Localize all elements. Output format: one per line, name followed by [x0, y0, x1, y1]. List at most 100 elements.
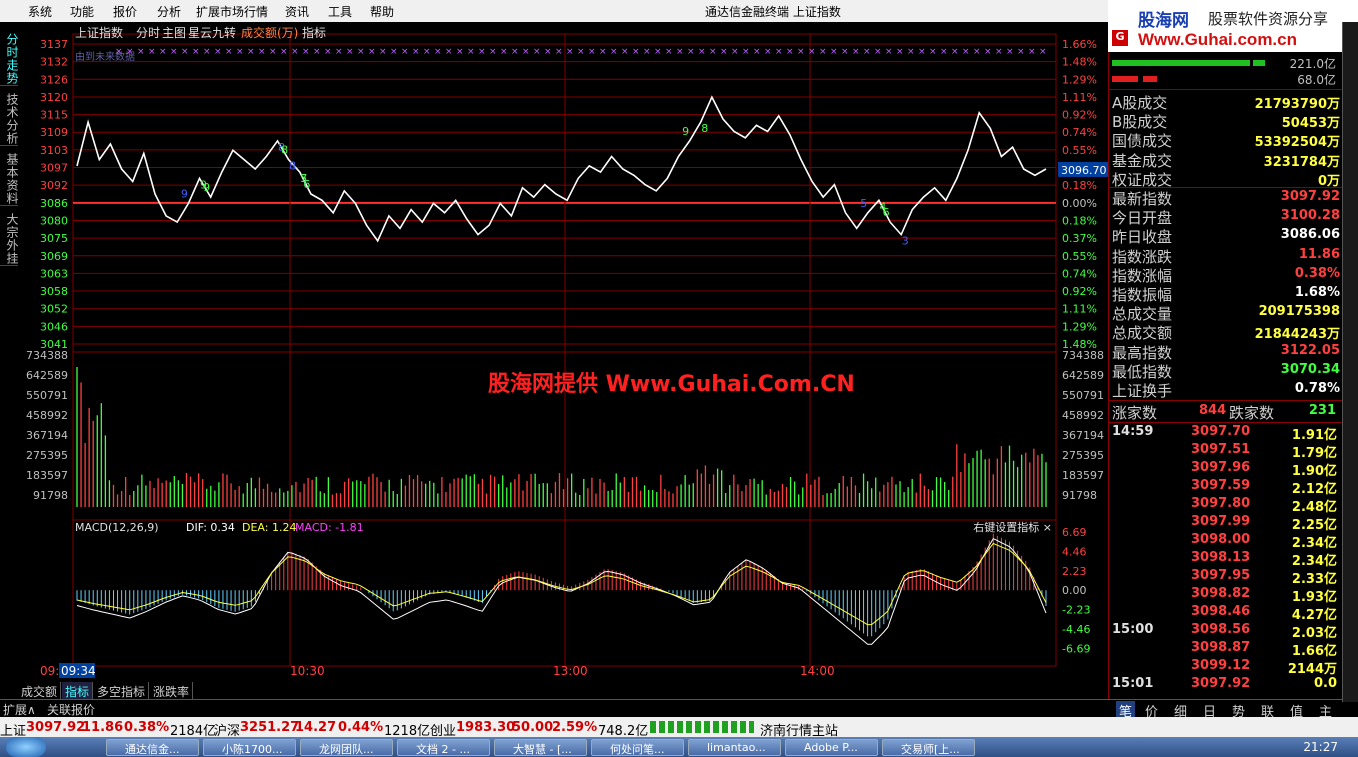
- status-bar: 上证 3097.92 11.86 0.38% 2184亿 沪深 3251.27 14.27 0.…: [0, 717, 1358, 739]
- macd-tick: 4.46: [1062, 545, 1087, 558]
- sidebar-row-label: 最新指数: [1112, 190, 1173, 208]
- indicator-tab-1[interactable]: 指标: [62, 682, 94, 699]
- signal-bars-icon: [650, 721, 754, 733]
- future-marker: ×: [214, 47, 222, 57]
- future-marker: ×: [786, 47, 794, 57]
- status-cy-chg: 50.00: [512, 720, 554, 735]
- sidebar-row-value: 53392504万: [1254, 135, 1340, 151]
- ind-legend: 指标: [302, 25, 326, 40]
- tick-row: 3097.96 1.90亿: [1109, 460, 1343, 479]
- sidebar-divider: [1109, 89, 1343, 90]
- indicator-tab-2[interactable]: 多空指标: [94, 682, 150, 699]
- taskbar-item-3[interactable]: 文档 2 - ...: [397, 739, 490, 756]
- tick-price: 3098.82: [1191, 586, 1251, 602]
- sidebar-row-value: 3086.06: [1280, 227, 1340, 243]
- window-title: 通达信金融终端 上证指数: [705, 5, 841, 19]
- vol-legend: 成交额(万): [241, 25, 298, 40]
- tick-price: 3098.46: [1191, 604, 1251, 620]
- future-marker: ×: [984, 47, 992, 57]
- taskbar-item-2[interactable]: 龙网团队...: [300, 739, 393, 756]
- future-marker: ×: [929, 47, 937, 57]
- menu-item-3[interactable]: 分析: [157, 3, 181, 20]
- taskbar-item-0[interactable]: 通达信金...: [106, 739, 199, 756]
- price-tick: 3075: [40, 232, 68, 245]
- menu-item-5[interactable]: 资讯: [285, 3, 309, 20]
- taskbar-item-1[interactable]: 小陈1700...: [203, 739, 296, 756]
- taskbar-item-7[interactable]: Adobe P...: [785, 739, 878, 756]
- future-marker: ×: [401, 47, 409, 57]
- tick-amount: 2.12亿: [1291, 482, 1337, 498]
- chart-title: 上证指数: [75, 25, 123, 40]
- intraday-chart[interactable]: 3137 1.66% 3132 1.48% 3126 1.29% 3120 1.11% 3115…: [18, 22, 1108, 682]
- macd-tick: 2.23: [1062, 565, 1087, 578]
- price-tick: 3109: [40, 126, 68, 139]
- future-marker: ×: [962, 47, 970, 57]
- sidebar-row: 指数涨跌 11.86: [1112, 246, 1340, 266]
- future-marker: ×: [676, 47, 684, 57]
- future-marker: ×: [610, 47, 618, 57]
- price-tick: 3063: [40, 267, 68, 280]
- future-marker: ×: [269, 47, 277, 57]
- future-marker: ×: [555, 47, 563, 57]
- sell-volume-bar: [1112, 76, 1138, 82]
- left-tab-3[interactable]: 大宗外挂: [0, 210, 19, 266]
- price-tick: 3092: [40, 179, 68, 192]
- left-tab-2[interactable]: 基本资料: [0, 150, 19, 206]
- extension-tabs: 扩展∧ 关联报价: [0, 699, 1108, 717]
- macd-value: MACD: -1.81: [295, 521, 364, 534]
- sidebar-tabs: 笔价细日势联值主: [1108, 699, 1342, 720]
- current-price-tag: 3096.70: [1061, 164, 1107, 177]
- sidebar-row-value: 50453万: [1281, 116, 1340, 132]
- future-marker: ×: [236, 47, 244, 57]
- left-tab-1[interactable]: 技术分析: [0, 90, 19, 146]
- pct-tick: 1.29%: [1062, 73, 1097, 86]
- tick-amount: 2.34亿: [1291, 536, 1337, 552]
- jiuzhuan-mark: 9: [682, 125, 689, 138]
- tick-price: 3097.95: [1191, 568, 1251, 584]
- down-count-value: 231: [1308, 403, 1336, 419]
- taskbar-item-8[interactable]: 交易师[上...: [882, 739, 975, 756]
- tick-amount: 1.91亿: [1291, 428, 1337, 444]
- start-button[interactable]: [6, 737, 46, 757]
- tick-price: 3098.56: [1191, 622, 1251, 638]
- menu-item-6[interactable]: 工具: [328, 3, 352, 20]
- taskbar-item-5[interactable]: 何处问笔...: [591, 739, 684, 756]
- sidebar-row-label: 国债成交: [1112, 132, 1173, 151]
- sidebar-row-label: 最高指数: [1112, 343, 1173, 362]
- status-sh-pct: 0.38%: [124, 720, 170, 735]
- future-marker: ×: [225, 47, 233, 57]
- future-marker: ×: [544, 47, 552, 57]
- indicator-tab-3[interactable]: 涨跌率: [150, 682, 194, 699]
- taskbar-item-4[interactable]: 大智慧 - [...: [494, 739, 587, 756]
- sidebar-row-value: 21844243万: [1254, 327, 1340, 343]
- menu-item-4[interactable]: 扩展市场行情: [196, 3, 268, 20]
- menu-item-1[interactable]: 功能: [70, 3, 94, 20]
- tick-row: 3097.80 2.48亿: [1109, 496, 1343, 516]
- future-marker: ×: [170, 47, 178, 57]
- future-marker: ×: [192, 47, 200, 57]
- tick-row: 3098.82 1.93亿: [1109, 586, 1343, 605]
- right-scroll-strip[interactable]: [1342, 22, 1358, 702]
- future-marker: ×: [764, 47, 772, 57]
- future-marker: ×: [423, 47, 431, 57]
- vol-tick-left: 734388: [26, 349, 68, 362]
- dif-line: [76, 537, 1047, 645]
- tick-price: 3097.96: [1191, 460, 1251, 476]
- menu-item-2[interactable]: 报价: [113, 3, 137, 20]
- ext-tab-0[interactable]: 扩展∧: [3, 701, 36, 718]
- pct-tick: 0.18%: [1062, 179, 1097, 192]
- future-marker: ×: [313, 47, 321, 57]
- status-hs-pct: 0.44%: [338, 720, 384, 735]
- future-marker: ×: [522, 47, 530, 57]
- ext-tab-1[interactable]: 关联报价: [47, 701, 95, 718]
- left-tab-0[interactable]: 分时走势: [0, 30, 19, 86]
- menu-item-0[interactable]: 系统: [28, 3, 52, 20]
- indicator-tab-0[interactable]: 成交额: [18, 682, 62, 699]
- tick-amount: 2.48亿: [1291, 500, 1337, 516]
- menu-item-7[interactable]: 帮助: [370, 3, 394, 20]
- sidebar-row: 总成交量 209175398: [1112, 303, 1340, 323]
- sidebar-row: 权证成交 0万: [1112, 169, 1340, 189]
- sidebar-row-label: 昨日收盘: [1112, 228, 1173, 247]
- price-tick: 3103: [40, 144, 68, 157]
- taskbar-item-6[interactable]: limantao...: [688, 739, 781, 756]
